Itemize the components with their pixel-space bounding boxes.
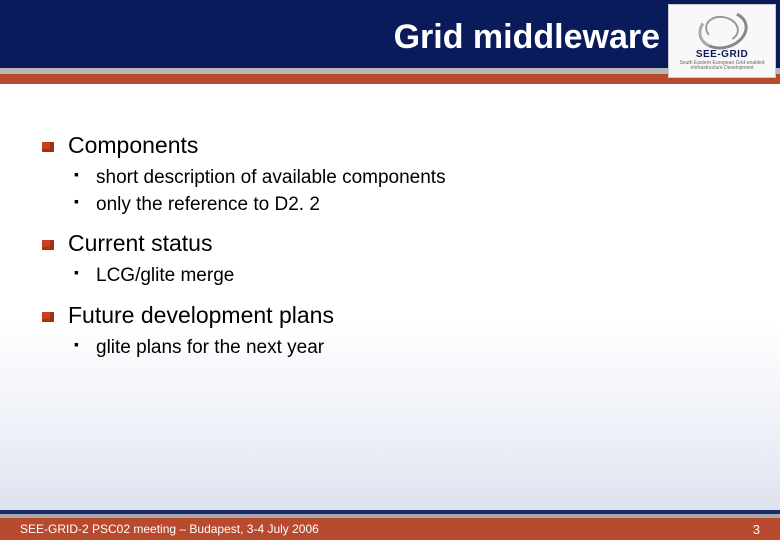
section-heading: Current status <box>64 230 740 257</box>
slide-header: Grid middleware SEE-GRID South Eastern E… <box>0 0 780 92</box>
section-items: short description of available component… <box>64 165 740 218</box>
footer-text: SEE-GRID-2 PSC02 meeting – Budapest, 3-4… <box>20 522 319 536</box>
header-divider-orange <box>0 74 780 84</box>
list-item: glite plans for the next year <box>92 335 740 362</box>
section-items: glite plans for the next year <box>64 335 740 362</box>
slide-content: Components short description of availabl… <box>0 92 780 361</box>
section-heading: Future development plans <box>64 302 740 329</box>
section-items: LCG/glite merge <box>64 263 740 290</box>
page-number: 3 <box>753 522 760 537</box>
title-bar: Grid middleware SEE-GRID South Eastern E… <box>0 0 780 68</box>
footer-bar: SEE-GRID-2 PSC02 meeting – Budapest, 3-4… <box>0 518 780 540</box>
list-item: only the reference to D2. 2 <box>92 192 740 219</box>
logo: SEE-GRID South Eastern European Grid-ena… <box>668 4 776 78</box>
list-item: LCG/glite merge <box>92 263 740 290</box>
section-components: Components short description of availabl… <box>64 132 740 218</box>
slide-title: Grid middleware <box>394 18 660 57</box>
logo-name: SEE-GRID <box>696 49 748 60</box>
logo-subtitle: South Eastern European Grid-enabled eInf… <box>669 61 775 72</box>
section-current-status: Current status LCG/glite merge <box>64 230 740 290</box>
section-future-plans: Future development plans glite plans for… <box>64 302 740 362</box>
section-heading: Components <box>64 132 740 159</box>
list-item: short description of available component… <box>92 165 740 192</box>
logo-swirl-icon <box>698 11 746 47</box>
slide-footer: SEE-GRID-2 PSC02 meeting – Budapest, 3-4… <box>0 510 780 540</box>
